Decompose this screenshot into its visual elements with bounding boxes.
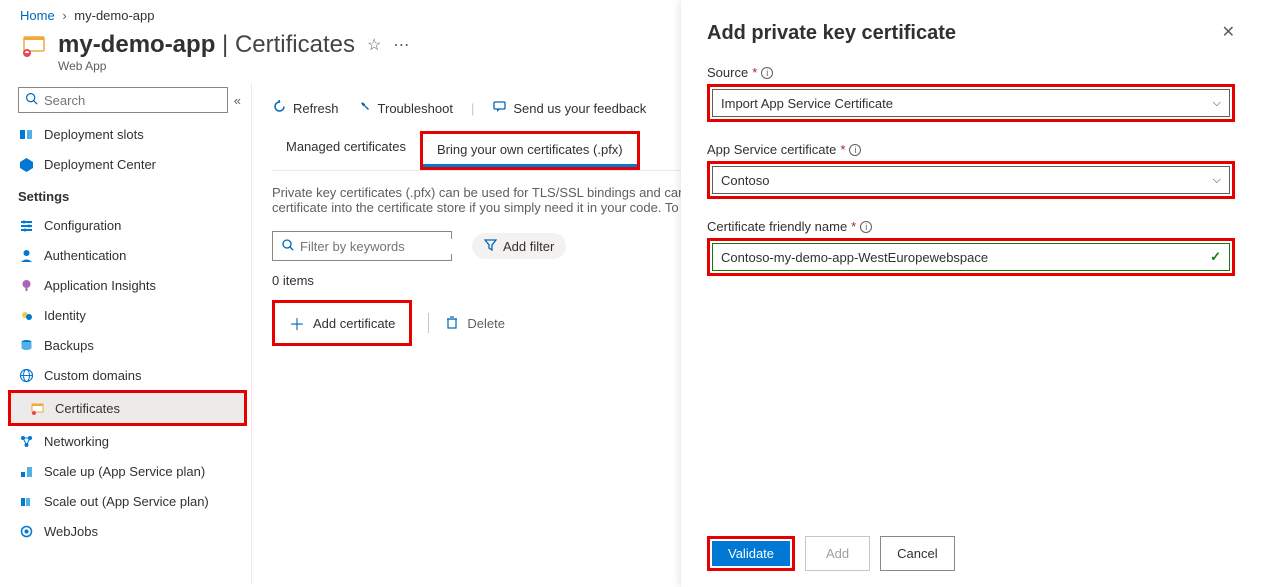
- breadcrumb-home[interactable]: Home: [20, 8, 55, 23]
- sidebar-item-label: Identity: [44, 308, 86, 323]
- panel-title: Add private key certificate: [707, 22, 956, 45]
- sidebar-search[interactable]: [18, 87, 228, 113]
- authentication-icon: [18, 247, 34, 263]
- friendly-name-field[interactable]: Contoso-my-demo-app-WestEuropewebspace ✓: [712, 243, 1230, 271]
- more-menu-icon[interactable]: ⋯: [393, 35, 409, 55]
- info-icon[interactable]: i: [860, 221, 872, 233]
- sidebar-item-label: Configuration: [44, 218, 121, 233]
- validate-button[interactable]: Validate: [712, 541, 790, 566]
- info-icon[interactable]: i: [849, 144, 861, 156]
- webapp-icon: [20, 31, 48, 59]
- page-title: my-demo-app | Certificates: [58, 31, 355, 59]
- networking-icon: [18, 433, 34, 449]
- sidebar-item-label: Scale up (App Service plan): [44, 464, 205, 479]
- info-icon[interactable]: i: [761, 67, 773, 79]
- sidebar-item-certificates[interactable]: Certificates: [11, 393, 244, 423]
- sidebar-item-label: Networking: [44, 434, 109, 449]
- sidebar-item-label: Scale out (App Service plan): [44, 494, 209, 509]
- sidebar-item-label: Deployment slots: [44, 127, 144, 142]
- breadcrumb-current: my-demo-app: [74, 8, 154, 23]
- tab-bring-your-own-certificates[interactable]: Bring your own certificates (.pfx): [423, 134, 637, 167]
- add-certificate-panel: Add private key certificate ✕ Source * i…: [681, 0, 1261, 587]
- app-service-certificate-label: App Service certificate * i: [707, 142, 1235, 157]
- sidebar-item-authentication[interactable]: Authentication: [0, 240, 251, 270]
- chevron-down-icon: ⌵: [1213, 174, 1221, 187]
- backups-icon: [18, 337, 34, 353]
- sidebar-item-label: Deployment Center: [44, 157, 156, 172]
- webjobs-icon: [18, 523, 34, 539]
- collapse-sidebar-icon[interactable]: «: [234, 93, 241, 108]
- feedback-button[interactable]: Send us your feedback: [492, 99, 646, 117]
- sidebar-item-backups[interactable]: Backups: [0, 330, 251, 360]
- custom-domains-icon: [18, 367, 34, 383]
- sidebar-item-custom-domains[interactable]: Custom domains: [0, 360, 251, 390]
- sidebar-search-input[interactable]: [44, 93, 221, 108]
- sidebar-item-deployment-center[interactable]: Deployment Center: [0, 149, 251, 179]
- configuration-icon: [18, 217, 34, 233]
- deployment-slots-icon: [18, 126, 34, 142]
- sidebar-item-deployment-slots[interactable]: Deployment slots: [0, 119, 251, 149]
- trash-icon: [445, 315, 459, 332]
- sidebar-item-label: Authentication: [44, 248, 126, 263]
- chevron-right-icon: ›: [62, 8, 66, 23]
- sidebar-item-networking[interactable]: Networking: [0, 426, 251, 456]
- search-icon: [281, 238, 294, 254]
- sidebar-item-label: Certificates: [55, 401, 120, 416]
- add-certificate-button[interactable]: ＋ Add certificate: [277, 305, 407, 341]
- identity-icon: [18, 307, 34, 323]
- friendly-name-label: Certificate friendly name * i: [707, 219, 1235, 234]
- sidebar-section-settings: Settings: [0, 179, 251, 210]
- feedback-icon: [492, 99, 507, 117]
- refresh-icon: [272, 99, 287, 117]
- tab-managed-certificates[interactable]: Managed certificates: [272, 131, 420, 170]
- favorite-star-icon[interactable]: ☆: [367, 35, 381, 55]
- app-service-certificate-dropdown[interactable]: Contoso ⌵: [712, 166, 1230, 194]
- filter-keywords-input[interactable]: [300, 239, 476, 254]
- sidebar-item-label: Application Insights: [44, 278, 156, 293]
- sidebar-item-label: Custom domains: [44, 368, 142, 383]
- chevron-down-icon: ⌵: [1213, 97, 1221, 110]
- sidebar-item-scale-out[interactable]: Scale out (App Service plan): [0, 486, 251, 516]
- sidebar-item-identity[interactable]: Identity: [0, 300, 251, 330]
- application-insights-icon: [18, 277, 34, 293]
- search-icon: [25, 92, 38, 108]
- source-label: Source * i: [707, 65, 1235, 80]
- deployment-center-icon: [18, 156, 34, 172]
- sidebar-item-label: Backups: [44, 338, 94, 353]
- check-icon: ✓: [1210, 249, 1221, 265]
- filter-keywords[interactable]: [272, 231, 452, 261]
- troubleshoot-button[interactable]: Troubleshoot: [357, 99, 453, 117]
- filter-icon: [484, 238, 497, 254]
- sidebar-item-configuration[interactable]: Configuration: [0, 210, 251, 240]
- scale-up-icon: [18, 463, 34, 479]
- add-button: Add: [805, 536, 870, 571]
- scale-out-icon: [18, 493, 34, 509]
- sidebar: « Deployment slots Deployment Center Set…: [0, 83, 252, 584]
- troubleshoot-icon: [357, 99, 372, 117]
- action-separator: [428, 313, 429, 333]
- toolbar-separator: |: [471, 101, 474, 116]
- close-panel-button[interactable]: ✕: [1222, 22, 1235, 42]
- sidebar-item-webjobs[interactable]: WebJobs: [0, 516, 251, 546]
- sidebar-item-label: WebJobs: [44, 524, 98, 539]
- certificates-icon: [29, 400, 45, 416]
- refresh-button[interactable]: Refresh: [272, 99, 339, 117]
- cancel-button[interactable]: Cancel: [880, 536, 954, 571]
- source-dropdown[interactable]: Import App Service Certificate ⌵: [712, 89, 1230, 117]
- delete-button[interactable]: Delete: [445, 315, 505, 332]
- add-filter-button[interactable]: Add filter: [472, 233, 566, 259]
- sidebar-item-scale-up[interactable]: Scale up (App Service plan): [0, 456, 251, 486]
- sidebar-item-application-insights[interactable]: Application Insights: [0, 270, 251, 300]
- plus-icon: ＋: [289, 311, 305, 335]
